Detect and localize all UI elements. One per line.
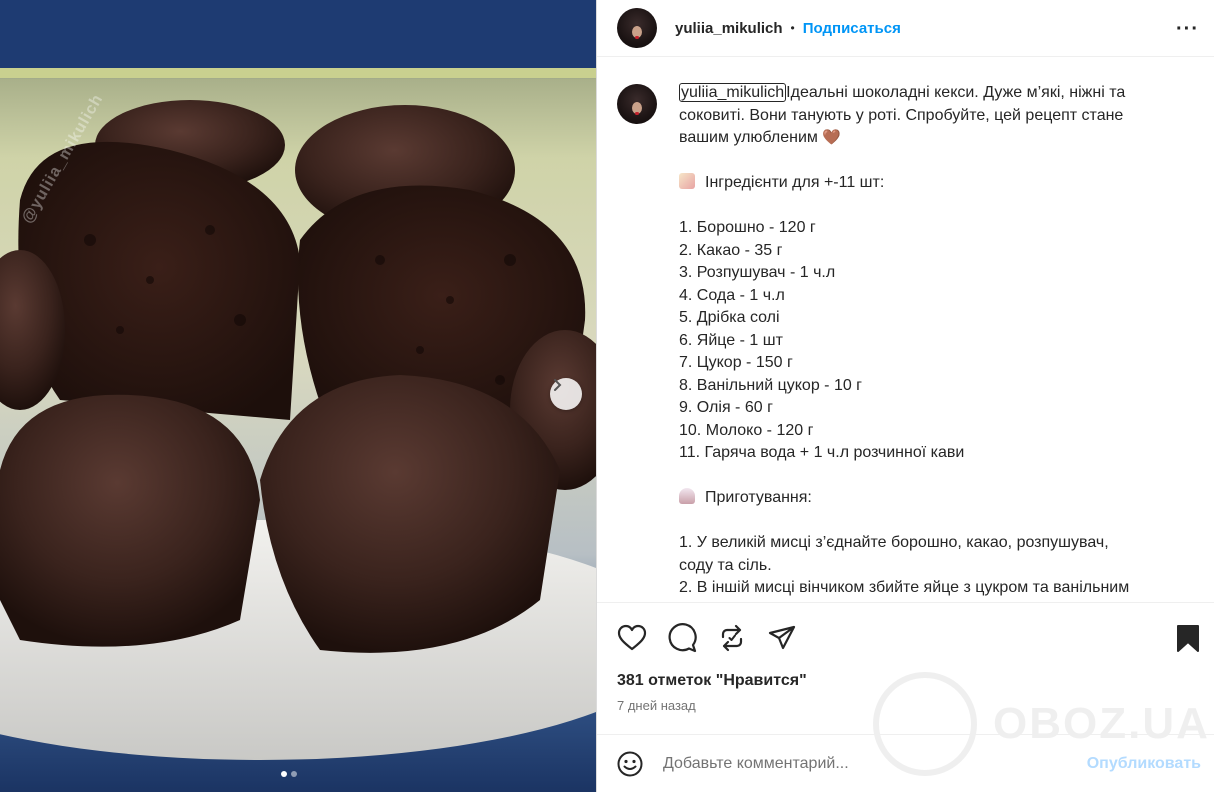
caption-line-19 xyxy=(679,510,1179,533)
caption-line-10: 5. Дрібка солі xyxy=(679,309,780,326)
header-separator: • xyxy=(790,21,795,35)
caption-line-11: 6. Яйце - 1 шт xyxy=(679,331,783,349)
caption-line-17 xyxy=(679,465,1179,488)
caption-line-2: вашим улюбленим xyxy=(679,129,818,146)
more-options-button[interactable]: ··· xyxy=(1176,18,1199,41)
caption-line-3 xyxy=(679,150,1179,173)
heart-icon[interactable] xyxy=(617,623,647,653)
cook-icon xyxy=(679,488,695,504)
caption-line-15: 10. Молоко - 120 г xyxy=(679,421,814,439)
caption-line-20: 1. У великій мисці з’єднайте борошно, ка… xyxy=(679,534,1109,551)
caption-line-5 xyxy=(679,195,1179,218)
post-header: yuliia_mikulich • Подписаться ··· xyxy=(597,0,1214,57)
post-time[interactable]: 7 дней назад xyxy=(617,698,696,713)
carousel-next-button[interactable] xyxy=(550,378,582,410)
action-bar xyxy=(597,602,1214,672)
caption-line-4: Інгредієнти для +-11 шт: xyxy=(705,174,885,191)
bookmark-icon[interactable] xyxy=(1173,623,1203,653)
caption-username[interactable]: yuliia_mikulich xyxy=(679,83,787,102)
caption-line-9: 4. Сода - 1 ч.л xyxy=(679,286,785,304)
likes-count[interactable]: 381 отметок "Нравится" xyxy=(617,672,807,690)
caption-line-21: соду та сіль. xyxy=(679,556,772,574)
post-caption: yuliia_mikulich Ідеальні шоколадні кекси.… xyxy=(679,82,1179,601)
memo-icon xyxy=(679,173,695,189)
comment-input[interactable] xyxy=(663,754,1063,773)
caption-line-22: 2. В іншій мисці вінчиком збийте яйце з … xyxy=(679,579,1130,596)
caption-line-7: 2. Какао - 35 г xyxy=(679,241,783,259)
caption-line-8: 3. Розпушувач - 1 ч.л xyxy=(679,264,836,281)
caption-line-14: 9. Олія - 60 г xyxy=(679,399,773,416)
brown-heart-emoji: 🤎 xyxy=(822,129,842,146)
caption-line-12: 7. Цукор - 150 г xyxy=(679,354,793,371)
post-photo[interactable]: @yuliia_mikulich xyxy=(0,0,596,792)
comment-icon[interactable] xyxy=(667,623,697,653)
caption-line-13: 8. Ванільний цукор - 10 г xyxy=(679,376,863,394)
author-avatar[interactable] xyxy=(617,8,657,48)
comment-bar: Опубликовать xyxy=(597,734,1214,792)
carousel-dot xyxy=(291,771,297,777)
caption-line-6: 1. Борошно - 120 г xyxy=(679,219,816,236)
follow-button[interactable]: Подписаться xyxy=(803,20,901,37)
author-username[interactable]: yuliia_mikulich xyxy=(675,20,783,37)
chevron-right-icon xyxy=(554,379,562,391)
caption-avatar[interactable] xyxy=(617,84,657,124)
caption-line-18: Приготування: xyxy=(705,489,812,506)
carousel-dot-active xyxy=(281,771,287,777)
publish-button[interactable]: Опубликовать xyxy=(1087,755,1201,773)
repost-icon[interactable] xyxy=(717,623,747,653)
carousel-indicator xyxy=(281,771,297,777)
caption-area: yuliia_mikulich Ідеальні шоколадні кекси.… xyxy=(597,58,1214,601)
caption-line-0: Ідеальні шоколадні кекси. Дуже м’які, ні… xyxy=(786,84,1126,101)
share-icon[interactable] xyxy=(767,623,797,653)
emoji-icon[interactable] xyxy=(617,751,643,777)
caption-line-16: 11. Гаряча вода + 1 ч.л розчинної кави xyxy=(679,444,965,461)
caption-line-1: соковиті. Вони танують у роті. Спробуйте… xyxy=(679,106,1124,124)
post-details-panel: yuliia_mikulich • Подписаться ··· yuliia… xyxy=(596,0,1214,792)
